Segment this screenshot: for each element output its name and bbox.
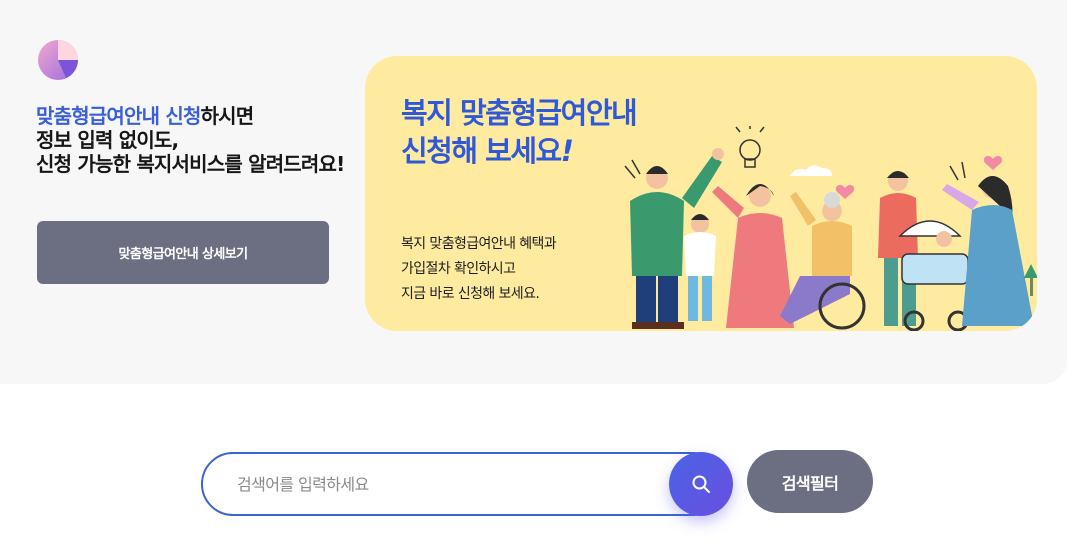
child-figure: [684, 214, 716, 321]
family-illustration: [624, 126, 1037, 331]
woman-figure: [712, 184, 794, 328]
top-section: 맞춤형급여안내 신청하시면 정보 입력 없이도, 신청 가능한 복지서비스를 알…: [0, 0, 1067, 384]
intro-line3: 신청 가능한 복지서비스를 알려드려요!: [36, 152, 345, 176]
intro-line2: 정보 입력 없이도,: [36, 128, 179, 152]
search-input[interactable]: [237, 454, 657, 514]
mother-figure: [942, 176, 1034, 326]
banner-description: 복지 맞춤형급여안내 혜택과 가입절차 확인하시고 지금 바로 신청해 보세요.: [401, 232, 557, 307]
search-filter-button[interactable]: 검색필터: [747, 450, 873, 513]
banner-title-line1: 복지 맞춤형급여안내: [401, 96, 638, 130]
banner-title-line2: 신청해 보세요: [401, 134, 562, 168]
search-icon: [692, 475, 710, 493]
pie-chart-icon: [38, 40, 78, 80]
intro-line1-rest: 하시면: [200, 104, 255, 128]
search-box: [201, 452, 725, 516]
detail-view-button[interactable]: 맞춤형급여안내 상세보기: [37, 221, 329, 284]
banner-desc-line3: 지금 바로 신청해 보세요.: [401, 286, 540, 302]
intro-text: 맞춤형급여안내 신청하시면 정보 입력 없이도, 신청 가능한 복지서비스를 알…: [36, 104, 346, 176]
grandmother-figure: [780, 192, 866, 330]
banner-desc-line1: 복지 맞춤형급여안내 혜택과: [401, 236, 557, 252]
banner-title: 복지 맞춤형급여안내 신청해 보세요!: [401, 94, 638, 170]
promo-banner[interactable]: 복지 맞춤형급여안내 신청해 보세요! 복지 맞춤형급여안내 혜택과 가입절차 …: [365, 56, 1037, 331]
lightbulb-icon: [735, 126, 765, 168]
banner-desc-line2: 가입절차 확인하시고: [401, 261, 516, 277]
father-figure: [878, 171, 918, 326]
search-button[interactable]: [669, 452, 733, 516]
banner-title-exclaim: !: [560, 134, 574, 168]
intro-highlight: 맞춤형급여안내 신청: [36, 104, 201, 128]
